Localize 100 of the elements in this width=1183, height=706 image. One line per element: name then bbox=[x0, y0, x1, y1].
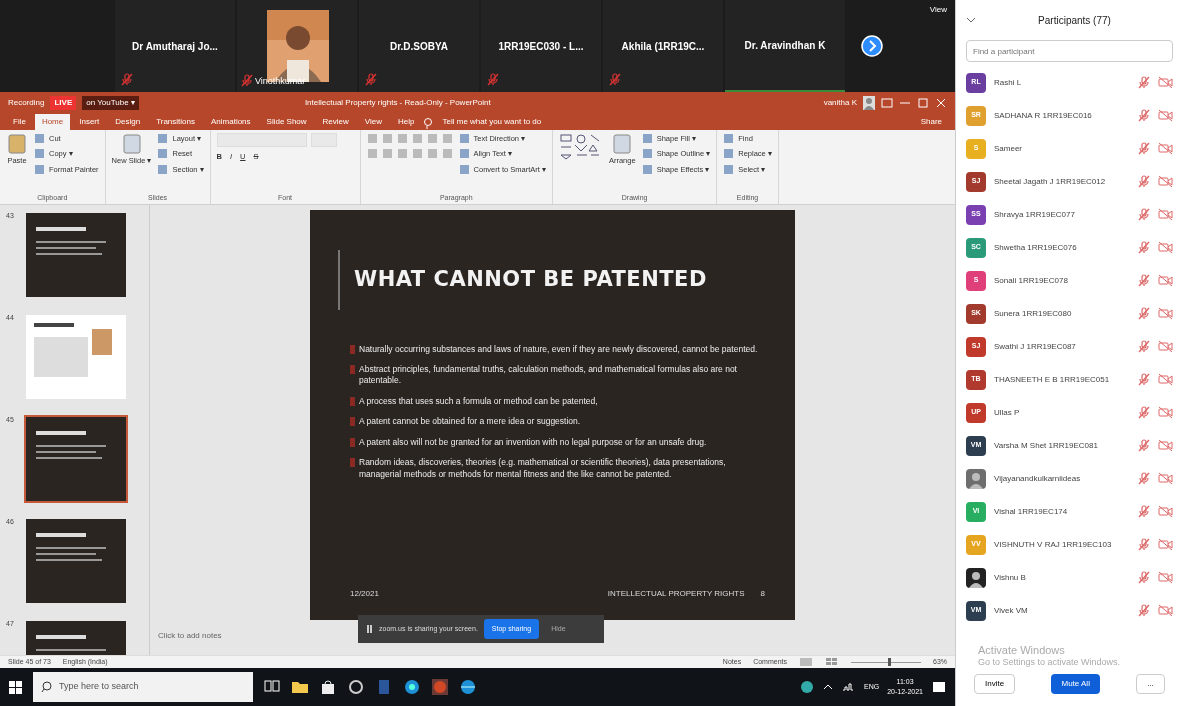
slide-sorter-icon[interactable] bbox=[825, 657, 839, 667]
video-off-icon bbox=[1158, 142, 1173, 155]
participant-name: VISHNUTH V RAJ 1RR19EC103 bbox=[994, 538, 1113, 551]
ribbon-tab[interactable]: Design bbox=[108, 114, 148, 130]
participant-name: Sameer bbox=[994, 142, 1023, 155]
slide-page-number: 8 bbox=[760, 588, 765, 600]
video-off-icon bbox=[1158, 109, 1173, 122]
video-off-icon bbox=[1158, 472, 1173, 485]
bag-icon[interactable] bbox=[319, 678, 337, 696]
align-icon bbox=[411, 148, 423, 159]
participant-name: SADHANA R 1RR19EC016 bbox=[994, 109, 1093, 122]
participant-name: Akhila (1RR19C... bbox=[621, 39, 705, 54]
maximize-icon[interactable] bbox=[917, 96, 929, 109]
ribbon-tab[interactable]: View bbox=[357, 114, 390, 130]
user-name: vanitha K bbox=[823, 96, 857, 109]
participant-name: THASNEETH E B 1RR19EC051 bbox=[994, 373, 1111, 386]
participant-name: Sunera 1RR19EC080 bbox=[994, 307, 1073, 320]
drag-handle-icon[interactable] bbox=[366, 624, 373, 634]
clipboard-icon bbox=[6, 133, 28, 155]
mute-all-button[interactable]: Mute All bbox=[1051, 674, 1100, 694]
list-icon bbox=[396, 133, 408, 144]
app-tray-icon[interactable] bbox=[800, 680, 814, 694]
globe-icon[interactable] bbox=[459, 678, 477, 696]
video-off-icon bbox=[1158, 274, 1173, 287]
participant-name: Vijayanandkulkarniideas bbox=[994, 472, 1082, 485]
video-off-icon bbox=[1158, 175, 1173, 188]
video-off-icon bbox=[1158, 208, 1173, 221]
command-icon bbox=[641, 133, 653, 145]
participant-name: 1RR19EC030 - L... bbox=[498, 39, 584, 54]
search-icon bbox=[41, 681, 53, 693]
notification-icon[interactable] bbox=[931, 680, 947, 694]
collapse-icon[interactable] bbox=[966, 16, 976, 24]
slider-thumb[interactable] bbox=[887, 658, 891, 666]
video-off-icon bbox=[1158, 439, 1173, 452]
command-icon bbox=[458, 163, 470, 175]
participant-search-field[interactable]: Find a participant bbox=[966, 40, 1173, 62]
participant-name: Sonali 1RR19EC078 bbox=[994, 274, 1069, 287]
command-icon bbox=[157, 148, 169, 160]
bullet-text: A patent cannot be obtained for a mere idea or suggestion. bbox=[359, 416, 581, 428]
invite-button[interactable]: Invite bbox=[974, 674, 1016, 694]
close-icon[interactable] bbox=[935, 96, 947, 109]
slides-app-icon[interactable] bbox=[431, 678, 449, 696]
next-arrow-button[interactable] bbox=[861, 35, 883, 57]
participant-name: Dr. Aravindhan K bbox=[744, 38, 826, 53]
participant-name: Vishal 1RR19EC174 bbox=[994, 505, 1069, 518]
activation-message: Go to Settings to activate Windows. bbox=[978, 657, 1121, 668]
video-off-icon bbox=[1158, 373, 1173, 386]
ribbon-display-icon[interactable] bbox=[881, 96, 893, 109]
live-target-dropdown[interactable]: on YouTube ▾ bbox=[82, 95, 139, 110]
user-avatar-icon bbox=[863, 95, 875, 110]
bullet-text: A process that uses such a formula or method can be patented, bbox=[359, 395, 598, 408]
participant-name: Vivek VM bbox=[994, 604, 1029, 617]
command-icon bbox=[157, 163, 169, 175]
taskbar-search-field[interactable]: Type here to search bbox=[33, 672, 253, 702]
align-icon bbox=[441, 133, 453, 144]
ribbon-tab[interactable]: Help bbox=[391, 114, 422, 130]
panel-title: Participants (77) bbox=[1038, 13, 1111, 28]
command-icon bbox=[723, 133, 735, 145]
ribbon-tab[interactable]: Slide Show bbox=[259, 114, 314, 130]
circle-icon[interactable] bbox=[347, 678, 365, 696]
participant-name: Dr Amutharaj Jo... bbox=[132, 39, 218, 54]
more-button[interactable]: ... bbox=[1136, 674, 1165, 694]
list-icon bbox=[381, 148, 393, 159]
tell-me-field[interactable]: Tell me what you want to do bbox=[435, 114, 549, 130]
video-off-icon bbox=[1158, 340, 1173, 353]
activation-title: Activate Windows bbox=[978, 644, 1066, 658]
list-icon bbox=[366, 133, 378, 144]
view-button[interactable]: View bbox=[929, 4, 947, 16]
command-icon bbox=[34, 133, 45, 145]
command-icon bbox=[34, 148, 45, 160]
start-icon[interactable] bbox=[8, 679, 23, 695]
bullet-text: Abstract principles, fundamental truths, calculation methods, and mathematical formulas also are not patentable. bbox=[359, 363, 738, 387]
network-icon[interactable] bbox=[842, 681, 856, 693]
notes-placeholder[interactable]: Click to add notes bbox=[158, 630, 222, 642]
command-icon bbox=[458, 148, 470, 160]
ribbon-tab[interactable]: Review bbox=[315, 114, 356, 130]
ribbon-tab[interactable]: Animations bbox=[204, 114, 258, 130]
command-icon bbox=[34, 163, 45, 175]
video-off-icon bbox=[1158, 571, 1173, 584]
video-off-icon bbox=[1158, 307, 1173, 320]
command-icon bbox=[458, 133, 470, 145]
browser-icon[interactable] bbox=[403, 678, 421, 696]
ribbon-tab[interactable]: Home bbox=[34, 114, 71, 130]
slide-footer: INTELLECTUAL PROPERTY RIGHTS bbox=[607, 588, 745, 600]
bullet-text: Naturally occurring substances and laws of nature, even if they are newly discovered, cannot be patented. bbox=[359, 343, 758, 355]
ribbon-tab[interactable]: File bbox=[6, 114, 33, 130]
align-icon bbox=[411, 133, 423, 144]
participant-name: Dr.D.SOBYA bbox=[390, 39, 448, 54]
slide-icon bbox=[120, 133, 143, 155]
participant-name: Ullas P bbox=[994, 406, 1021, 419]
recording-label: Recording bbox=[8, 96, 45, 109]
list-icon bbox=[381, 133, 393, 144]
command-icon bbox=[723, 163, 735, 175]
video-off-icon bbox=[1158, 538, 1173, 551]
ribbon-tab[interactable]: Insert bbox=[72, 114, 107, 130]
bullet-text: A patent also will not be granted for an invention with no legal purpose or for an unsafe drug. bbox=[359, 436, 707, 449]
list-icon bbox=[396, 148, 408, 159]
ribbon-tab[interactable]: Transitions bbox=[149, 114, 202, 130]
align-icon bbox=[426, 133, 438, 144]
share-button[interactable]: Share bbox=[913, 114, 949, 130]
